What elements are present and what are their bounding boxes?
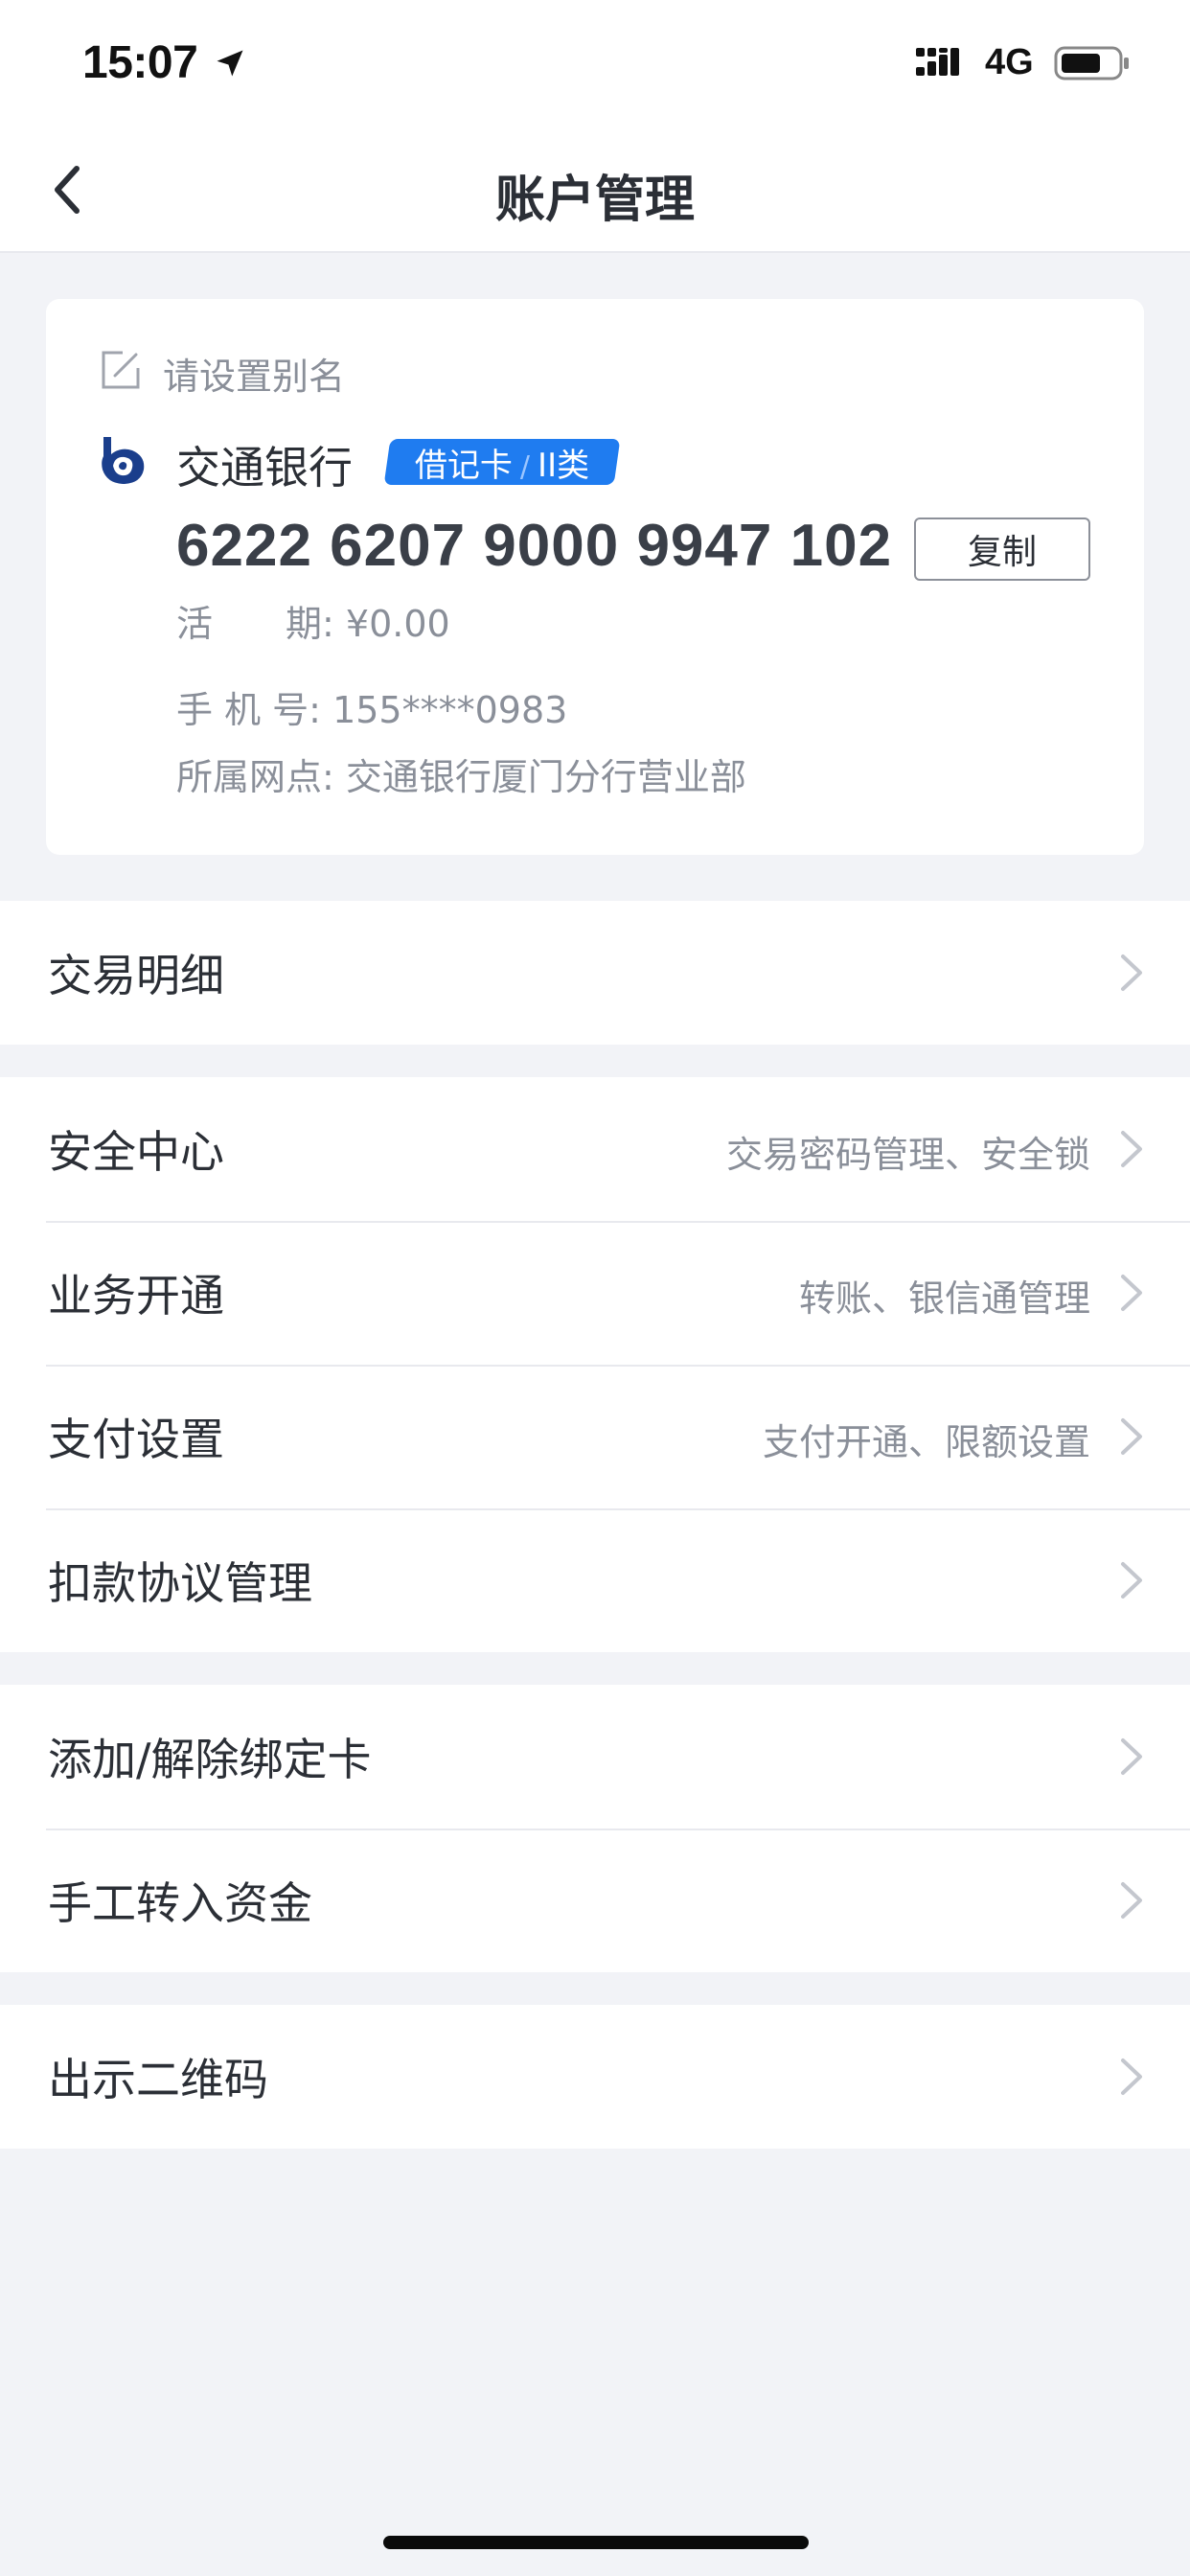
chevron-right-icon	[1121, 1562, 1142, 1598]
chevron-right-icon	[1121, 1275, 1142, 1311]
alias-prompt[interactable]: 请设置别名	[163, 347, 345, 400]
balance-label: 活 期:	[176, 603, 334, 645]
menu-item-label: 支付设置	[48, 1414, 224, 1465]
menu-item-subtitle: 转账、银信通管理	[798, 1277, 1090, 1320]
card-class: II类	[538, 446, 590, 485]
home-indicator[interactable]	[383, 2536, 809, 2549]
status-bar: 15:07 4G	[0, 0, 1190, 126]
edit-icon[interactable]	[100, 349, 142, 391]
status-time: 15:07	[82, 37, 198, 88]
bank-name: 交通银行	[176, 442, 353, 494]
balance-value: ¥0.00	[345, 603, 450, 645]
location-arrow-icon	[217, 50, 243, 77]
menu-item-transaction-details[interactable]: 交易明细	[0, 901, 1190, 1045]
phone-label: 手 机 号:	[176, 689, 321, 731]
menu-item-label: 扣款协议管理	[48, 1557, 312, 1609]
menu-group-cards: 添加/解除绑定卡 手工转入资金	[0, 1685, 1190, 1972]
phone-row: 手 机 号: 155****0983	[176, 680, 567, 733]
chevron-right-icon	[1121, 2058, 1142, 2095]
balance-row: 活 期: ¥0.00	[176, 594, 450, 647]
copy-button[interactable]: 复制	[914, 518, 1090, 581]
menu-item-label: 添加/解除绑定卡	[48, 1734, 372, 1785]
account-card: 请设置别名 交通银行 借记卡 / II类 6222 6207 9000 9947 1…	[46, 299, 1144, 855]
menu-item-security-center[interactable]: 安全中心 交易密码管理、安全锁	[0, 1077, 1190, 1221]
network-label: 4G	[985, 42, 1034, 82]
chevron-right-icon	[1121, 1882, 1142, 1919]
branch-value: 交通银行厦门分行营业部	[345, 756, 746, 798]
chevron-right-icon	[1121, 954, 1142, 991]
bank-logo-icon	[102, 437, 145, 484]
nav-bar: 账户管理	[0, 126, 1190, 253]
battery-icon	[1054, 46, 1129, 80]
menu-item-subtitle: 支付开通、限额设置	[762, 1421, 1090, 1463]
menu-item-service-activation[interactable]: 业务开通 转账、银信通管理	[0, 1221, 1190, 1365]
menu-item-show-qrcode[interactable]: 出示二维码	[0, 2005, 1190, 2149]
menu-item-debit-agreement[interactable]: 扣款协议管理	[0, 1508, 1190, 1652]
menu-group-transactions: 交易明细	[0, 901, 1190, 1045]
menu-item-bind-card[interactable]: 添加/解除绑定卡	[0, 1685, 1190, 1828]
menu-item-subtitle: 交易密码管理、安全锁	[725, 1134, 1090, 1176]
menu-item-label: 手工转入资金	[48, 1877, 312, 1929]
phone-value: 155****0983	[332, 689, 568, 731]
chevron-right-icon	[1121, 1418, 1142, 1455]
branch-label: 所属网点:	[176, 756, 334, 798]
menu-group-qrcode: 出示二维码	[0, 2005, 1190, 2149]
menu-item-manual-transfer[interactable]: 手工转入资金	[0, 1828, 1190, 1972]
card-type-badge: 借记卡 / II类	[383, 439, 621, 485]
menu-group-settings: 安全中心 交易密码管理、安全锁 业务开通 转账、银信通管理 支付设置 支付开通、…	[0, 1077, 1190, 1652]
card-type: 借记卡	[414, 446, 513, 485]
chevron-right-icon	[1121, 1738, 1142, 1775]
menu-item-label: 交易明细	[48, 950, 224, 1001]
signal-icon	[916, 48, 959, 76]
menu-item-payment-settings[interactable]: 支付设置 支付开通、限额设置	[0, 1365, 1190, 1508]
chevron-right-icon	[1121, 1131, 1142, 1167]
menu-item-label: 安全中心	[48, 1126, 224, 1178]
branch-row: 所属网点: 交通银行厦门分行营业部	[176, 748, 746, 800]
menu-item-label: 出示二维码	[48, 2054, 268, 2105]
card-number: 6222 6207 9000 9947 102	[176, 513, 893, 579]
menu-item-label: 业务开通	[48, 1270, 224, 1322]
page-title: 账户管理	[494, 172, 695, 229]
